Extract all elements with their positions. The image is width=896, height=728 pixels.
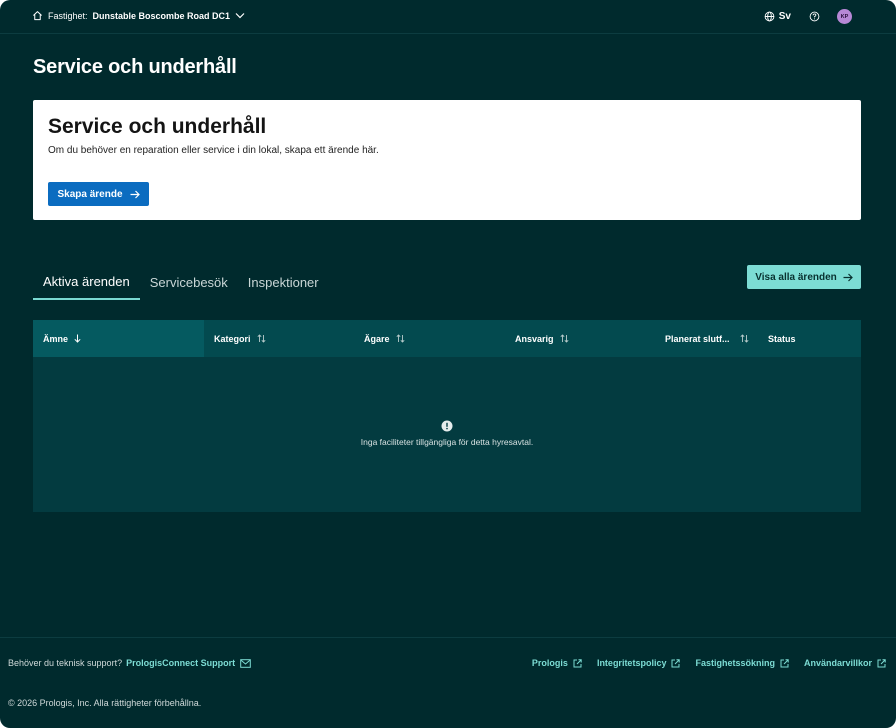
sort-icon	[559, 334, 569, 343]
column-category[interactable]: Kategori	[214, 320, 266, 357]
column-planned-completion[interactable]: Planerat slutf...	[665, 320, 749, 357]
column-subject-label: Ämne	[43, 333, 69, 344]
footer-link-prologis[interactable]: Prologis	[532, 658, 582, 668]
sort-icon	[256, 334, 266, 343]
create-ticket-label: Skapa ärende	[57, 188, 123, 200]
tickets-table: Ämne Kategori Ägare Ansvarig Planerat sl…	[33, 320, 861, 512]
top-bar: Fastighet: Dunstable Boscombe Road DC1 S…	[0, 0, 896, 34]
sort-icon	[740, 334, 749, 343]
create-ticket-button[interactable]: Skapa ärende	[48, 182, 149, 206]
external-link-icon	[573, 658, 582, 667]
footer-link-property-search-label: Fastighetssökning	[695, 658, 775, 668]
property-selector[interactable]: Fastighet: Dunstable Boscombe Road DC1	[32, 10, 245, 21]
external-link-icon	[780, 658, 789, 667]
service-card: Service och underhåll Om du behöver en r…	[33, 100, 861, 220]
view-all-tickets-button[interactable]: Visa alla ärenden	[747, 265, 861, 289]
alert-circle-icon	[441, 420, 453, 432]
tab-active-tickets[interactable]: Aktiva ärenden	[33, 265, 140, 300]
card-description: Om du behöver en reparation eller servic…	[48, 145, 379, 156]
support-section: Behöver du teknisk support? PrologisConn…	[8, 658, 251, 668]
column-category-label: Kategori	[214, 333, 251, 344]
arrow-right-icon	[843, 273, 853, 281]
arrow-right-icon	[130, 190, 140, 198]
arrow-down-icon	[74, 334, 81, 343]
column-subject[interactable]: Ämne	[33, 320, 204, 357]
question-circle-icon	[809, 11, 820, 22]
page-title: Service och underhåll	[33, 56, 237, 78]
tabs: Aktiva ärenden Servicebesök Inspektioner	[33, 265, 329, 301]
card-title: Service och underhåll	[48, 115, 267, 138]
property-name: Dunstable Boscombe Road DC1	[92, 10, 231, 21]
support-link[interactable]: PrologisConnect Support	[126, 658, 235, 668]
table-header: Ämne Kategori Ägare Ansvarig Planerat sl…	[33, 320, 861, 357]
column-responsible[interactable]: Ansvarig	[515, 320, 569, 357]
column-status-label: Status	[768, 333, 796, 344]
column-planned-completion-label: Planerat slutf...	[665, 333, 730, 344]
tab-inspections[interactable]: Inspektioner	[238, 265, 329, 300]
footer-link-property-search[interactable]: Fastighetssökning	[695, 658, 789, 668]
external-link-icon	[877, 658, 886, 667]
property-label: Fastighet:	[48, 10, 88, 21]
footer-link-terms[interactable]: Användarvillkor	[804, 658, 886, 668]
footer-link-privacy-label: Integritetspolicy	[596, 658, 667, 668]
footer: Behöver du teknisk support? PrologisConn…	[0, 637, 896, 728]
home-icon	[33, 11, 42, 21]
help-button[interactable]	[809, 11, 820, 22]
footer-link-privacy[interactable]: Integritetspolicy	[597, 658, 681, 668]
column-owner[interactable]: Ägare	[364, 320, 405, 357]
footer-link-terms-label: Användarvillkor	[803, 658, 872, 668]
external-link-icon	[671, 658, 681, 667]
avatar[interactable]: KP	[837, 9, 852, 24]
column-owner-label: Ägare	[364, 333, 390, 344]
chevron-down-icon	[235, 13, 245, 19]
view-all-label: Visa alla ärenden	[755, 271, 837, 283]
globe-icon	[764, 11, 775, 22]
copyright: © 2026 Prologis, Inc. Alla rättigheter f…	[8, 698, 202, 708]
app-frame: Fastighet: Dunstable Boscombe Road DC1 S…	[0, 0, 896, 728]
mail-icon	[240, 658, 251, 668]
support-text: Behöver du teknisk support?	[8, 658, 123, 668]
sort-icon	[395, 334, 405, 343]
footer-link-prologis-label: Prologis	[531, 658, 568, 668]
language-selector[interactable]: Sv	[764, 11, 791, 22]
empty-state: Inga faciliteter tillgängliga för detta …	[33, 420, 861, 447]
column-status[interactable]: Status	[768, 320, 796, 357]
column-responsible-label: Ansvarig	[515, 333, 554, 344]
language-label: Sv	[778, 11, 791, 22]
tab-service-visits[interactable]: Servicebesök	[140, 265, 238, 300]
empty-message: Inga faciliteter tillgängliga för detta …	[360, 437, 534, 447]
footer-links: Prologis Integritetspolicy Fastighetssök…	[517, 658, 886, 668]
